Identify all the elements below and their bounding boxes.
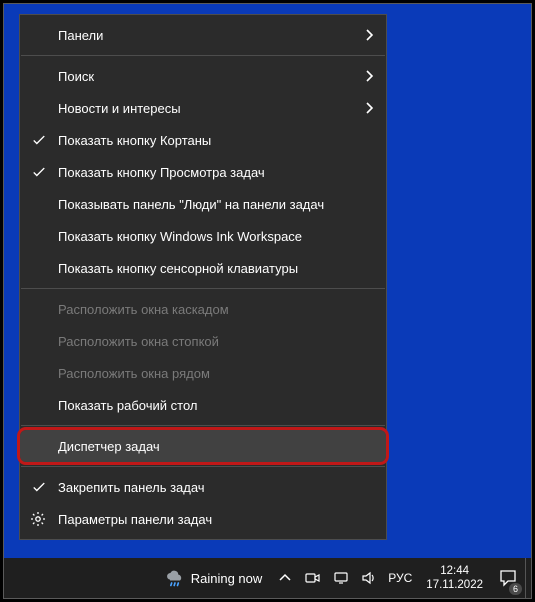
menu-item-label: Закрепить панель задач xyxy=(58,480,205,495)
menu-item[interactable]: Новости и интересы xyxy=(20,92,386,124)
weather-text: Raining now xyxy=(191,571,263,586)
menu-item[interactable]: Показать кнопку Просмотра задач xyxy=(20,156,386,188)
weather-icon xyxy=(165,568,185,588)
show-desktop-button[interactable] xyxy=(525,558,531,598)
menu-item[interactable]: Показать кнопку Windows Ink Workspace xyxy=(20,220,386,252)
menu-item-label: Поиск xyxy=(58,69,94,84)
menu-item: Расположить окна стопкой xyxy=(20,325,386,357)
check-icon xyxy=(32,165,46,179)
menu-item[interactable]: Поиск xyxy=(20,60,386,92)
tray-meet-now[interactable] xyxy=(300,558,326,598)
menu-item-label: Диспетчер задач xyxy=(58,439,160,454)
menu-item-label: Расположить окна каскадом xyxy=(58,302,229,317)
network-icon xyxy=(333,570,349,586)
menu-item-label: Расположить окна стопкой xyxy=(58,334,219,349)
menu-item[interactable]: Показать рабочий стол xyxy=(20,389,386,421)
menu-item[interactable]: Диспетчер задач xyxy=(20,430,386,462)
menu-item-label: Показать кнопку Просмотра задач xyxy=(58,165,265,180)
chevron-right-icon xyxy=(366,70,374,82)
menu-item-label: Панели xyxy=(58,28,103,43)
menu-item: Расположить окна рядом xyxy=(20,357,386,389)
clock[interactable]: 12:44 17.11.2022 xyxy=(418,558,491,598)
clock-date: 17.11.2022 xyxy=(426,578,483,592)
menu-item[interactable]: Параметры панели задач xyxy=(20,503,386,535)
gear-icon xyxy=(30,511,46,527)
menu-separator xyxy=(21,288,385,289)
chevron-up-icon xyxy=(277,570,293,586)
menu-item-label: Расположить окна рядом xyxy=(58,366,210,381)
menu-item-label: Параметры панели задач xyxy=(58,512,212,527)
menu-item[interactable]: Показать кнопку сенсорной клавиатуры xyxy=(20,252,386,284)
tray-chevron-up[interactable] xyxy=(272,558,298,598)
menu-item-label: Показать рабочий стол xyxy=(58,398,197,413)
check-icon xyxy=(32,480,46,494)
camera-icon xyxy=(305,570,321,586)
menu-item-label: Показать кнопку Кортаны xyxy=(58,133,211,148)
action-center[interactable]: 6 xyxy=(491,558,525,598)
menu-item[interactable]: Закрепить панель задач xyxy=(20,471,386,503)
clock-time: 12:44 xyxy=(440,564,469,578)
check-icon xyxy=(32,133,46,147)
tray-network[interactable] xyxy=(328,558,354,598)
menu-item[interactable]: Показывать панель "Люди" на панели задач xyxy=(20,188,386,220)
taskbar-context-menu: Панели Поиск Новости и интересы Показать кн… xyxy=(19,14,387,540)
menu-item-label: Показать кнопку Windows Ink Workspace xyxy=(58,229,302,244)
notification-badge: 6 xyxy=(509,583,522,595)
menu-item-label: Новости и интересы xyxy=(58,101,181,116)
weather-widget[interactable]: Raining now xyxy=(155,558,273,598)
menu-separator xyxy=(21,466,385,467)
menu-item-label: Показать кнопку сенсорной клавиатуры xyxy=(58,261,298,276)
menu-separator xyxy=(21,55,385,56)
menu-item-label: Показывать панель "Люди" на панели задач xyxy=(58,197,324,212)
tray-volume[interactable] xyxy=(356,558,382,598)
taskbar: Raining now РУС 12:44 17.11.2022 xyxy=(4,558,531,598)
chevron-right-icon xyxy=(366,29,374,41)
menu-separator xyxy=(21,425,385,426)
language-indicator[interactable]: РУС xyxy=(382,558,418,598)
chevron-right-icon xyxy=(366,102,374,114)
menu-item[interactable]: Показать кнопку Кортаны xyxy=(20,124,386,156)
menu-item[interactable]: Панели xyxy=(20,19,386,51)
menu-item: Расположить окна каскадом xyxy=(20,293,386,325)
volume-icon xyxy=(361,570,377,586)
